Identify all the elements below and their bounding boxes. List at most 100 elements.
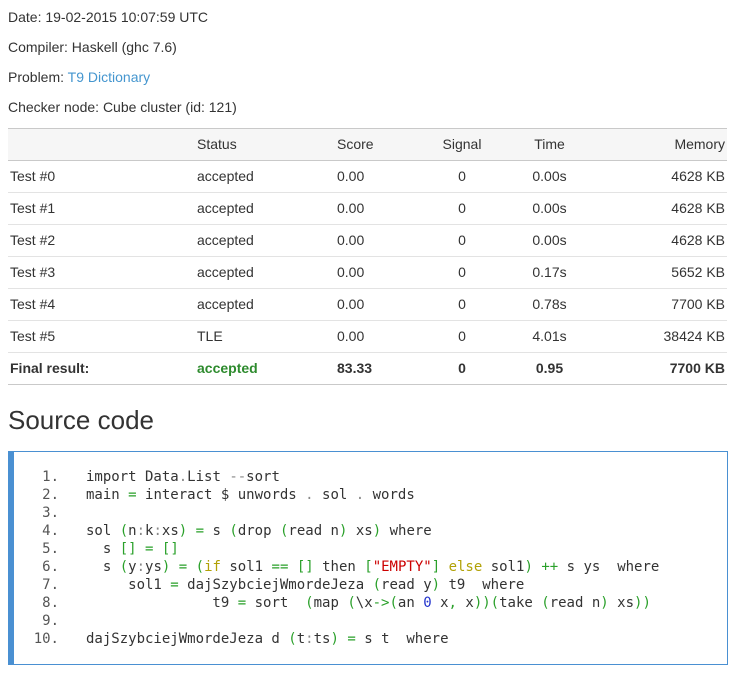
code-line: 8. t9 = sort (map (\x->(an 0 x, x))(take… — [14, 594, 723, 612]
cell-memory: 7700 KB — [602, 352, 727, 385]
cell-signal: 0 — [427, 256, 497, 289]
problem-line: Problem: T9 Dictionary — [8, 68, 727, 87]
code-line: 10. dajSzybciejWmordeJeza d (t:ts) = s t … — [14, 630, 723, 648]
cell-score: 0.00 — [337, 160, 427, 193]
table-row: Test #2 accepted 0.00 0 0.00s 4628 KB — [8, 224, 727, 257]
line-number: 7. — [42, 577, 59, 593]
cell-time: 4.01s — [497, 320, 602, 353]
cell-score: 0.00 — [337, 320, 427, 353]
results-table-head: Status Score Signal Time Memory — [8, 128, 727, 161]
line-number: 1. — [42, 469, 59, 485]
table-row: Test #4 accepted 0.00 0 0.78s 7700 KB — [8, 288, 727, 321]
cell-name: Final result: — [8, 352, 197, 385]
results-table: Status Score Signal Time Memory Test #0 accep… — [8, 128, 727, 385]
cell-memory: 4628 KB — [602, 224, 727, 257]
cell-memory: 5652 KB — [602, 256, 727, 289]
line-number: 8. — [42, 595, 59, 611]
cell-signal: 0 — [427, 288, 497, 321]
cell-time: 0.00s — [497, 224, 602, 257]
code-line: 2. main = interact $ unwords . sol . word… — [14, 486, 723, 504]
code-text: s (y:ys) = (if sol1 == [] then ["EMPTY"]… — [86, 559, 660, 575]
table-row: Test #0 accepted 0.00 0 0.00s 4628 KB — [8, 160, 727, 193]
cell-time: 0.00s — [497, 192, 602, 225]
results-header-row: Status Score Signal Time Memory — [8, 128, 727, 161]
column-header: Score — [337, 128, 427, 161]
cell-memory: 38424 KB — [602, 320, 727, 353]
source-code-lines: 1. import Data.List --sort 2. main = intera… — [14, 468, 723, 648]
code-line: 9. — [14, 612, 723, 630]
code-text: import Data.List --sort — [86, 469, 280, 485]
cell-status: accepted — [197, 288, 337, 321]
cell-signal: 0 — [427, 192, 497, 225]
cell-name: Test #5 — [8, 320, 197, 353]
problem-label: Problem: — [8, 69, 68, 85]
cell-name: Test #0 — [8, 160, 197, 193]
cell-status: accepted — [197, 224, 337, 257]
column-header: Time — [497, 128, 602, 161]
submission-report-page: Date: 19-02-2015 10:07:59 UTC Compiler: … — [0, 0, 735, 673]
final-result-row: Final result: accepted 83.33 0 0.95 7700 KB — [8, 352, 727, 385]
cell-memory: 7700 KB — [602, 288, 727, 321]
cell-score: 83.33 — [337, 352, 427, 385]
cell-score: 0.00 — [337, 192, 427, 225]
cell-memory: 4628 KB — [602, 160, 727, 193]
cell-time: 0.95 — [497, 352, 602, 385]
cell-score: 0.00 — [337, 256, 427, 289]
code-text: s [] = [] — [86, 541, 179, 557]
code-text: sol1 = dajSzybciejWmordeJeza (read y) t9… — [86, 577, 525, 593]
code-text: t9 = sort (map (\x->(an 0 x, x))(take (r… — [86, 595, 651, 611]
code-text: main = interact $ unwords . sol . words — [86, 487, 415, 503]
line-number: 6. — [42, 559, 59, 575]
cell-signal: 0 — [427, 224, 497, 257]
code-line: 4. sol (n:k:xs) = s (drop (read n) xs) wh… — [14, 522, 723, 540]
problem-link[interactable]: T9 Dictionary — [68, 69, 150, 85]
cell-name: Test #2 — [8, 224, 197, 257]
line-number: 2. — [42, 487, 59, 503]
checker-node-line: Checker node: Cube cluster (id: 121) — [8, 99, 237, 115]
source-code-block: 1. import Data.List --sort 2. main = intera… — [8, 451, 728, 665]
source-code-heading: Source code — [8, 405, 154, 435]
cell-score: 0.00 — [337, 224, 427, 257]
cell-status: accepted — [197, 352, 337, 385]
code-line: 7. sol1 = dajSzybciejWmordeJeza (read y)… — [14, 576, 723, 594]
cell-memory: 4628 KB — [602, 192, 727, 225]
compiler-line: Compiler: Haskell (ghc 7.6) — [8, 39, 177, 55]
table-row: Test #3 accepted 0.00 0 0.17s 5652 KB — [8, 256, 727, 289]
cell-name: Test #1 — [8, 192, 197, 225]
cell-status: accepted — [197, 192, 337, 225]
cell-time: 0.00s — [497, 160, 602, 193]
cell-signal: 0 — [427, 320, 497, 353]
code-line: 6. s (y:ys) = (if sol1 == [] then ["EMPT… — [14, 558, 723, 576]
line-number: 4. — [42, 523, 59, 539]
column-header: Memory — [602, 128, 727, 161]
cell-status: accepted — [197, 160, 337, 193]
table-row: Test #1 accepted 0.00 0 0.00s 4628 KB — [8, 192, 727, 225]
cell-name: Test #3 — [8, 256, 197, 289]
code-text: dajSzybciejWmordeJeza d (t:ts) = s t whe… — [86, 631, 449, 647]
line-number: 9. — [42, 613, 59, 629]
cell-signal: 0 — [427, 160, 497, 193]
table-row: Test #5 TLE 0.00 0 4.01s 38424 KB — [8, 320, 727, 353]
line-number: 5. — [42, 541, 59, 557]
cell-signal: 0 — [427, 352, 497, 385]
cell-time: 0.17s — [497, 256, 602, 289]
cell-status: TLE — [197, 320, 337, 353]
cell-name: Test #4 — [8, 288, 197, 321]
code-text: sol (n:k:xs) = s (drop (read n) xs) wher… — [86, 523, 432, 539]
code-line: 3. — [14, 504, 723, 522]
date-line: Date: 19-02-2015 10:07:59 UTC — [8, 9, 209, 25]
cell-time: 0.78s — [497, 288, 602, 321]
column-header: Status — [197, 128, 337, 161]
column-header — [8, 128, 197, 161]
submission-meta: Date: 19-02-2015 10:07:59 UTC Compiler: … — [8, 8, 727, 117]
column-header: Signal — [427, 128, 497, 161]
code-line: 5. s [] = [] — [14, 540, 723, 558]
code-line: 1. import Data.List --sort — [14, 468, 723, 486]
line-number: 3. — [42, 505, 59, 521]
line-number: 10. — [33, 631, 59, 647]
cell-score: 0.00 — [337, 288, 427, 321]
results-table-body: Test #0 accepted 0.00 0 0.00s 4628 KB Test #1 a… — [8, 160, 727, 385]
cell-status: accepted — [197, 256, 337, 289]
